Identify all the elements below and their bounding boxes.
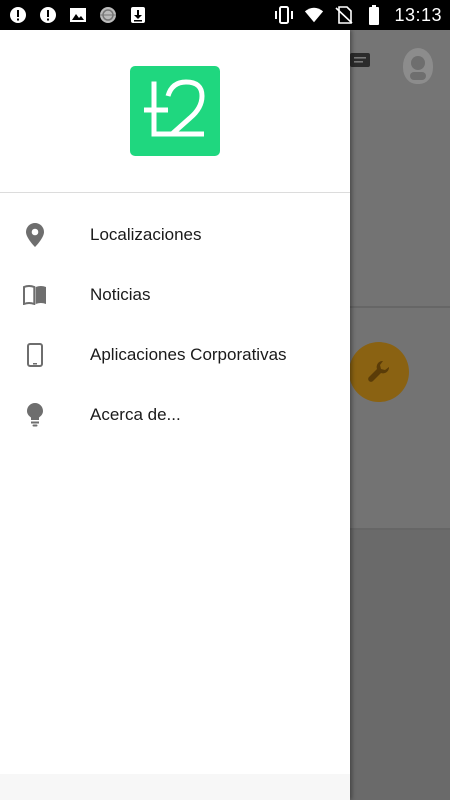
smartphone-icon	[23, 343, 47, 367]
menu-item-aplicaciones-corporativas[interactable]: Aplicaciones Corporativas	[0, 325, 350, 385]
wifi-icon	[304, 5, 324, 25]
no-sim-icon	[334, 5, 354, 25]
vibrate-icon	[274, 5, 294, 25]
alert-icon	[8, 5, 28, 25]
image-icon	[68, 5, 88, 25]
lightbulb-icon	[23, 403, 47, 427]
status-bar: 13:13	[0, 0, 450, 30]
menu-item-acerca-de[interactable]: Acerca de...	[0, 385, 350, 445]
t2-logo-icon	[144, 79, 205, 137]
globe-icon	[98, 5, 118, 25]
drawer-footer	[0, 774, 350, 800]
menu-item-label: Aplicaciones Corporativas	[90, 345, 287, 364]
system-icons: 13:13	[274, 5, 442, 26]
menu-item-label: Acerca de...	[90, 405, 181, 424]
menu-item-noticias[interactable]: Noticias	[0, 265, 350, 325]
location-pin-icon	[23, 223, 47, 247]
drawer-header	[0, 30, 350, 193]
battery-icon	[364, 5, 384, 25]
app-logo	[130, 66, 220, 156]
menu-item-label: Noticias	[90, 285, 151, 304]
alert-icon	[38, 5, 58, 25]
book-icon	[23, 283, 47, 307]
menu-item-localizaciones[interactable]: Localizaciones	[0, 205, 350, 265]
drawer-menu: Localizaciones Noticias Aplicaciones Cor…	[0, 205, 350, 445]
chat-icon	[350, 53, 370, 69]
clock: 13:13	[394, 4, 442, 25]
navigation-drawer: Localizaciones Noticias Aplicaciones Cor…	[0, 30, 350, 800]
notification-icons	[8, 5, 148, 25]
tools-button	[349, 342, 409, 402]
download-icon	[128, 5, 148, 25]
avatar	[403, 48, 433, 84]
menu-item-label: Localizaciones	[90, 225, 202, 244]
